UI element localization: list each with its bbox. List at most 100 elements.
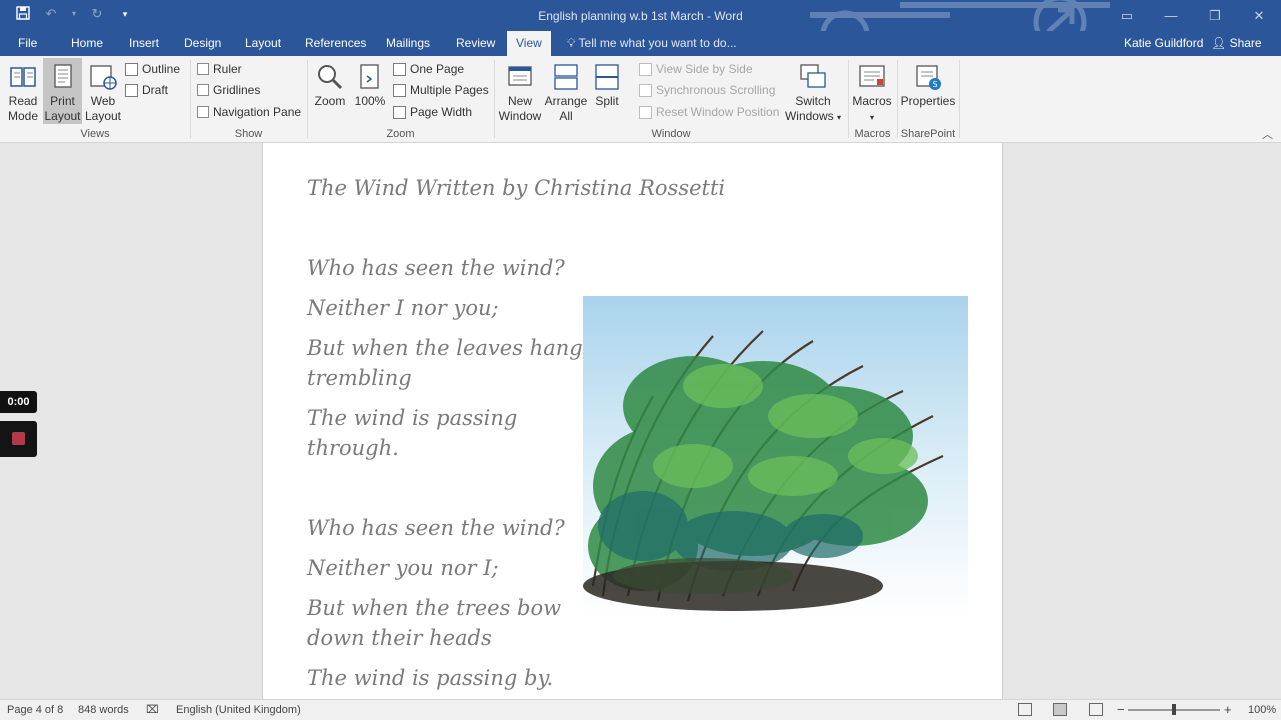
gridlines-checkbox-box[interactable] (197, 84, 209, 96)
poem-line: Who has seen the wind? (307, 256, 565, 280)
properties-icon: S (916, 65, 941, 90)
switch-windows-label: Switch Windows (784, 94, 834, 123)
share-button[interactable]: 👤︎ Share (1211, 31, 1262, 56)
poem-line: The wind is passing by. (307, 666, 554, 690)
properties-button[interactable]: S Properties (900, 58, 956, 124)
document-page[interactable]: The Wind Written by Christina Rossetti W… (262, 143, 1003, 699)
word-count[interactable]: 848 words (78, 700, 129, 720)
zoom-out-button[interactable]: − (1117, 700, 1125, 720)
gridlines-checkbox[interactable]: Gridlines (197, 80, 260, 100)
navigation-pane-checkbox[interactable]: Navigation Pane (197, 102, 301, 122)
tab-view[interactable]: View (507, 31, 551, 56)
zoom-100-label: 100% (354, 94, 386, 108)
synchronous-scrolling-button[interactable]: Synchronous Scrolling (639, 80, 775, 100)
page-indicator[interactable]: Page 4 of 8 (7, 700, 63, 720)
ruler-checkbox-box[interactable] (197, 63, 209, 75)
reset-window-position-button[interactable]: Reset Window Position (639, 102, 779, 122)
tab-references[interactable]: References (296, 31, 375, 56)
tab-layout[interactable]: Layout (236, 31, 290, 56)
web-layout-view-icon[interactable] (1089, 703, 1103, 716)
group-separator (897, 60, 898, 138)
draft-icon (125, 83, 138, 97)
wind-trees-illustration[interactable] (583, 296, 968, 614)
poem-line: through. (307, 436, 399, 460)
document-area[interactable]: The Wind Written by Christina Rossetti W… (0, 143, 1281, 699)
tab-file[interactable]: File (9, 31, 46, 56)
language-indicator[interactable]: English (United Kingdom) (176, 700, 301, 720)
window-group-label: Window (651, 128, 691, 140)
ribbon-display-icon[interactable]: ▭ (1105, 0, 1149, 31)
zoom-100-button[interactable]: 100% (352, 58, 388, 124)
web-layout-icon (90, 65, 117, 90)
share-label: Share (1229, 36, 1262, 50)
reset-window-icon (639, 105, 652, 119)
tab-review[interactable]: Review (447, 31, 504, 56)
collapse-ribbon-icon[interactable]: ︿ (1262, 126, 1273, 142)
navigation-pane-label: Navigation Pane (213, 105, 302, 119)
recorder-stop-button[interactable] (0, 421, 37, 457)
reset-window-position-label: Reset Window Position (656, 105, 780, 119)
outline-button[interactable]: Outline (125, 59, 180, 79)
switch-windows-icon (800, 64, 826, 88)
web-layout-button[interactable]: Web Layout (84, 58, 122, 124)
zoom-label: Zoom (314, 94, 346, 108)
new-window-icon (508, 66, 532, 86)
tab-mailings[interactable]: Mailings (377, 31, 439, 56)
tab-home[interactable]: Home (62, 31, 112, 56)
print-layout-label: Print Layout (44, 94, 81, 123)
poem-line: Neither I nor you; (307, 296, 499, 320)
zoom-button[interactable]: Zoom (312, 58, 348, 124)
macros-icon (859, 65, 885, 87)
tab-insert[interactable]: Insert (120, 31, 168, 56)
tell-me-box[interactable]: 💡︎ Tell me what you want to do... (567, 31, 737, 56)
close-icon[interactable]: ✕ (1237, 0, 1281, 31)
view-side-by-side-label: View Side by Side (656, 62, 753, 76)
page-width-icon (393, 105, 406, 119)
group-separator (494, 60, 495, 138)
view-side-by-side-button[interactable]: View Side by Side (639, 59, 753, 79)
navigation-pane-checkbox-box[interactable] (197, 106, 209, 118)
poem-line: But when the leaves hang (307, 336, 583, 360)
poem-line: trembling (307, 366, 412, 390)
print-layout-button[interactable]: Print Layout (43, 58, 82, 124)
multiple-pages-icon (393, 83, 406, 97)
read-mode-view-icon[interactable] (1018, 703, 1032, 716)
read-mode-button[interactable]: Read Mode (4, 58, 42, 124)
draft-button[interactable]: Draft (125, 80, 168, 100)
switch-windows-button[interactable]: Switch Windows ▾ (784, 58, 842, 124)
sharepoint-group-label: SharePoint (900, 128, 956, 140)
arrange-all-button[interactable]: Arrange All (544, 58, 588, 124)
magnifier-icon (318, 65, 343, 90)
zoom-level[interactable]: 100% (1248, 700, 1276, 720)
new-window-button[interactable]: New Window (498, 58, 542, 124)
user-name[interactable]: Katie Guildford (1124, 31, 1203, 56)
svg-text:S: S (932, 80, 937, 89)
split-icon (595, 64, 619, 90)
poem-line: Neither you nor I; (307, 556, 499, 580)
read-mode-icon (10, 67, 36, 87)
zoom-in-button[interactable]: + (1224, 700, 1232, 720)
page-width-label: Page Width (410, 105, 473, 119)
multiple-pages-label: Multiple Pages (410, 83, 489, 97)
document-title: English planning w.b 1st March - Word (538, 9, 743, 23)
recorder-timer: 0:00 (0, 391, 37, 413)
page-width-button[interactable]: Page Width (393, 102, 472, 122)
web-layout-label: Web Layout (84, 94, 122, 123)
print-layout-icon (53, 64, 72, 88)
split-button[interactable]: Split (590, 58, 624, 124)
new-window-label: New Window (498, 94, 542, 123)
tab-design[interactable]: Design (175, 31, 230, 56)
arrange-all-label: Arrange All (544, 94, 588, 123)
minimize-icon[interactable]: — (1149, 0, 1193, 31)
print-layout-view-icon[interactable] (1053, 703, 1067, 716)
one-page-icon (393, 62, 406, 76)
multiple-pages-button[interactable]: Multiple Pages (393, 80, 489, 100)
one-page-button[interactable]: One Page (393, 59, 464, 79)
person-icon: 👤︎ (1211, 36, 1227, 50)
side-by-side-icon (639, 62, 652, 76)
proofing-icon[interactable]: ⌧ (146, 700, 159, 720)
ruler-checkbox[interactable]: Ruler (197, 59, 242, 79)
zoom-slider-thumb[interactable] (1172, 704, 1176, 715)
maximize-icon[interactable]: ❐ (1193, 0, 1237, 31)
macros-button[interactable]: Macros ▾ (851, 58, 893, 124)
